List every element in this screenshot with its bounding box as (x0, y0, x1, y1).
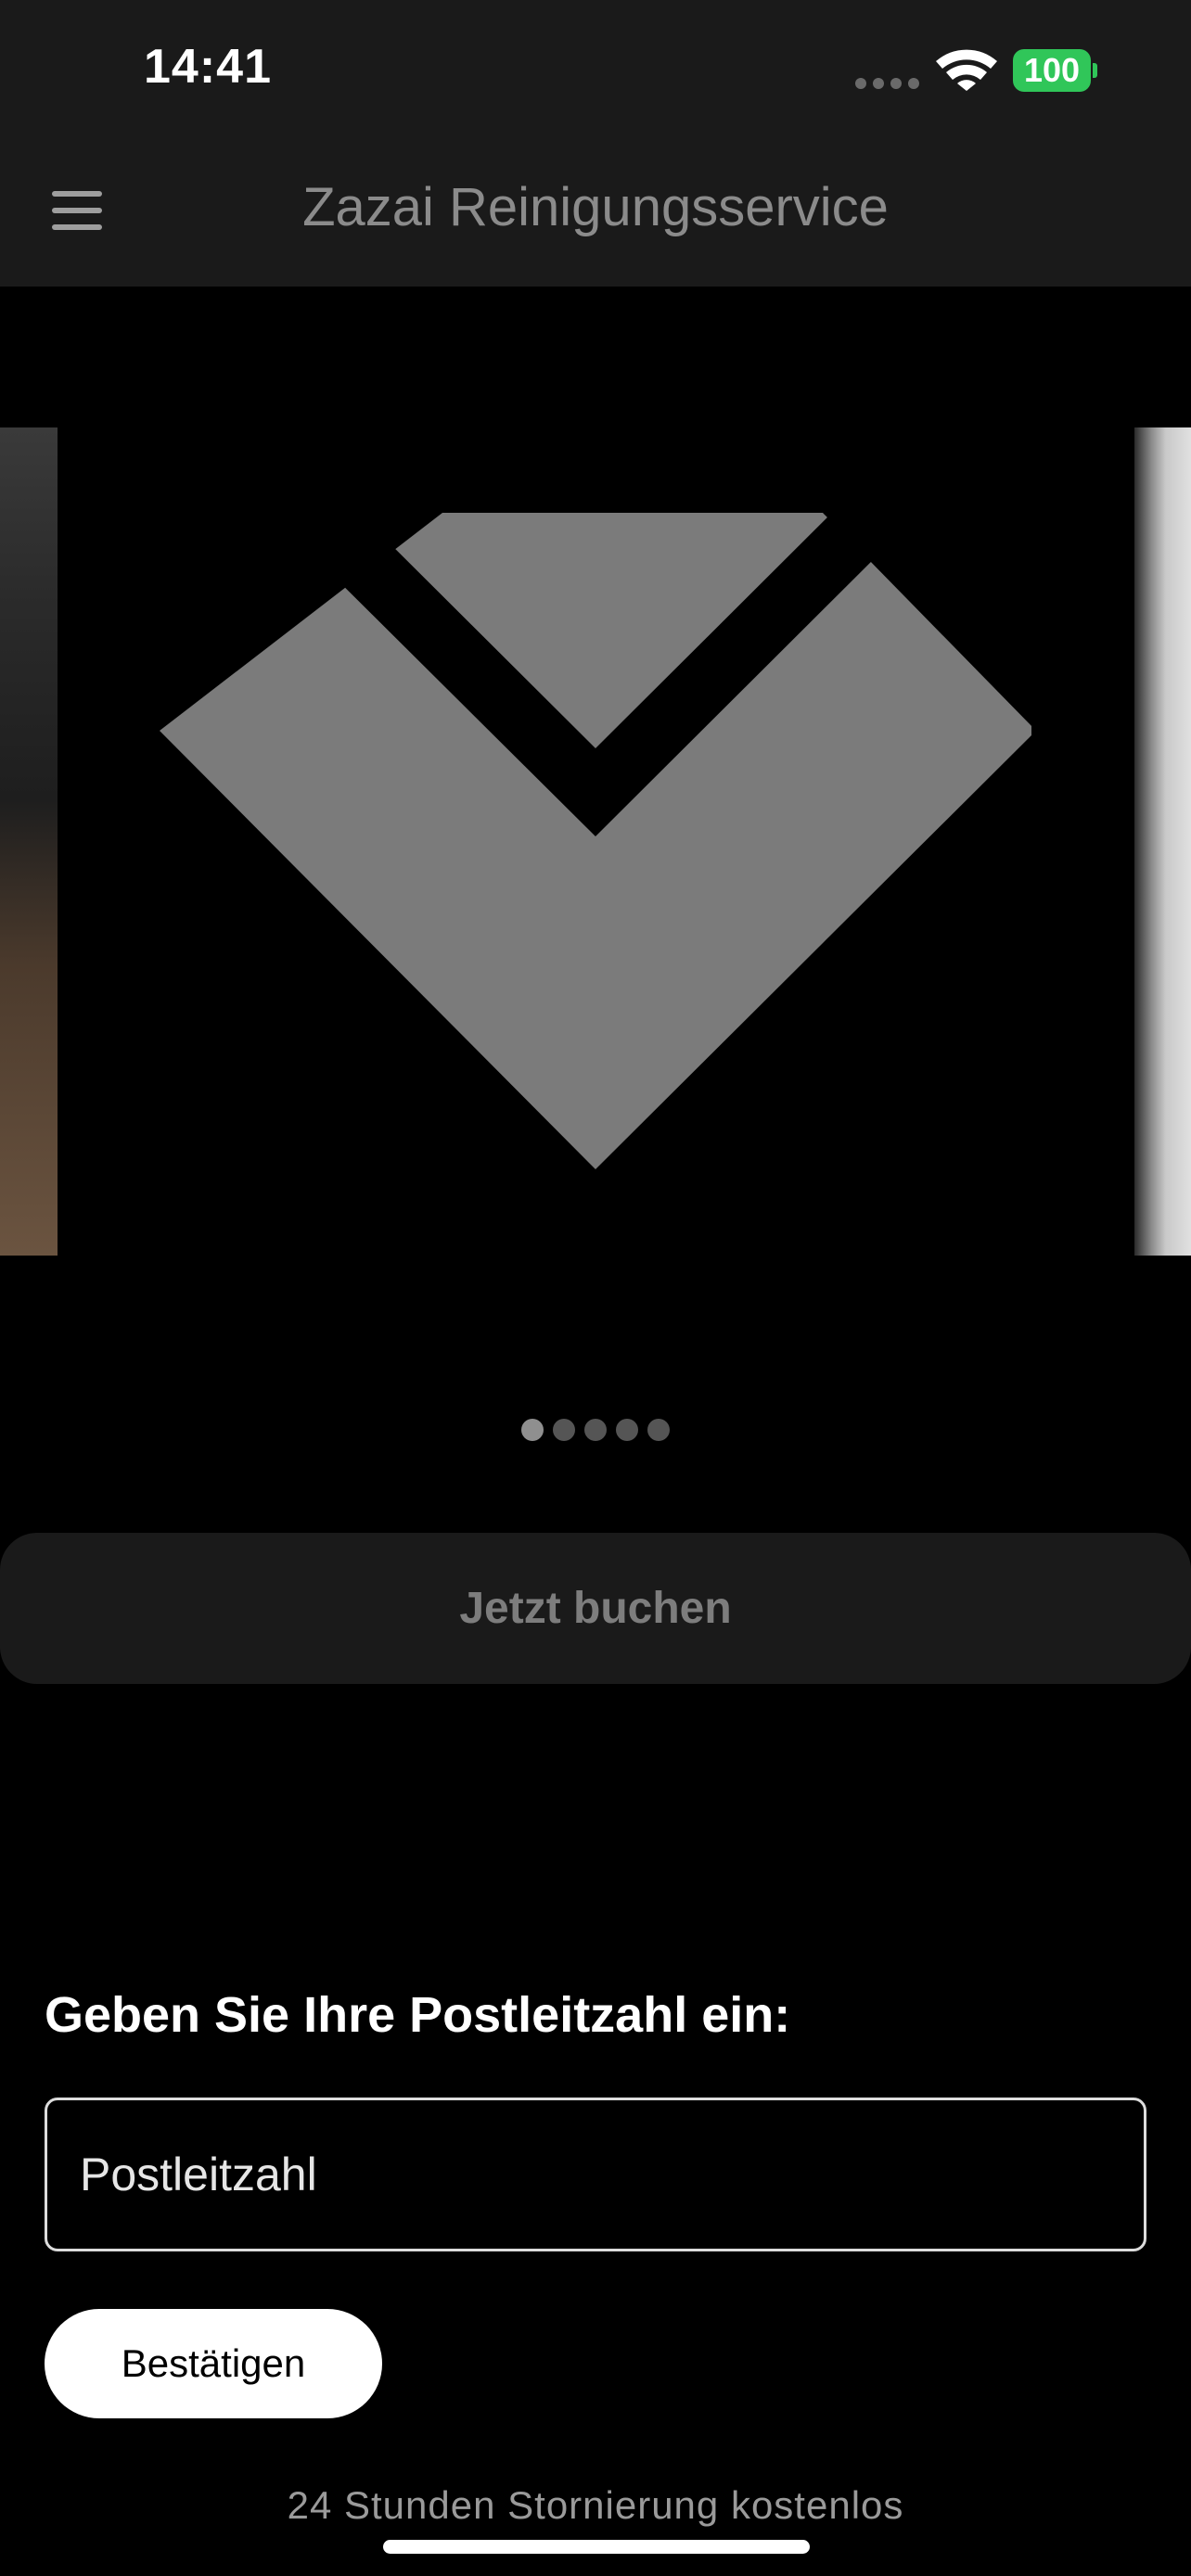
previous-slide-image[interactable] (0, 427, 58, 1256)
pagination-dot[interactable] (553, 1419, 575, 1441)
top-bar: 14:41 100 Zazai Reinigungsservice (0, 0, 1191, 287)
image-carousel[interactable] (0, 287, 1191, 1441)
battery-level: 100 (1023, 51, 1081, 89)
cancellation-note: 24 Stunden Stornierung kostenlos (287, 2483, 904, 2527)
pagination-dot[interactable] (616, 1419, 638, 1441)
cellular-signal-icon (855, 78, 920, 89)
confirm-button[interactable]: Bestätigen (45, 2309, 382, 2418)
battery-icon: 100 (1013, 49, 1097, 92)
company-logo-icon (160, 499, 1031, 1169)
home-indicator[interactable] (383, 2540, 810, 2554)
pagination-dot[interactable] (521, 1419, 544, 1441)
pagination-dot[interactable] (584, 1419, 607, 1441)
nav-title: Zazai Reinigungsservice (302, 177, 889, 237)
book-now-button[interactable]: Jetzt buchen (0, 1533, 1191, 1684)
carousel-pagination (0, 1419, 1191, 1445)
next-slide-image[interactable] (1134, 427, 1191, 1256)
app-screen: 14:41 100 Zazai Reinigungsservice Jetzt … (0, 0, 1191, 2576)
wifi-icon (936, 49, 997, 91)
carousel-slide-logo[interactable] (58, 427, 1134, 1256)
status-time: 14:41 (144, 40, 272, 94)
zip-prompt: Geben Sie Ihre Postleitzahl ein: (45, 1987, 791, 2043)
pagination-dot[interactable] (647, 1419, 670, 1441)
zip-code-input[interactable] (45, 2098, 1146, 2251)
